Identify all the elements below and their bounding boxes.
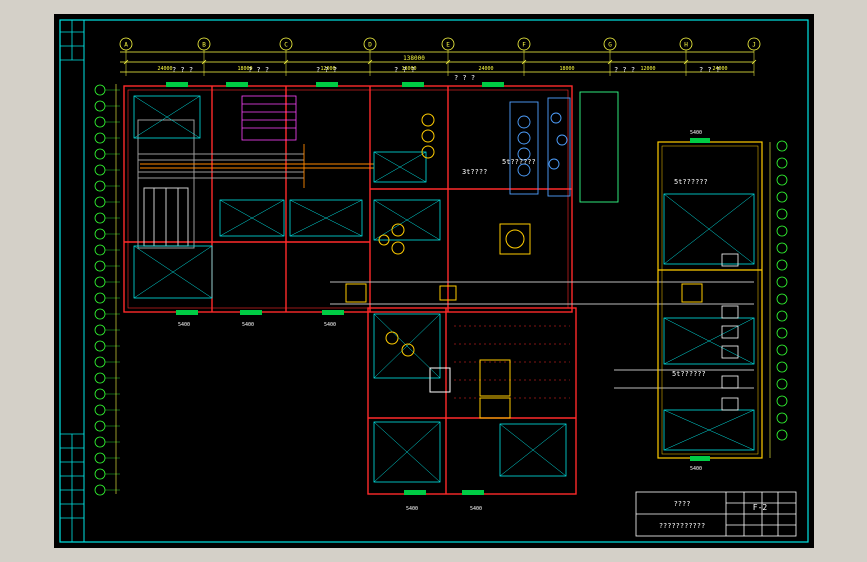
- pump-unit: [499, 223, 531, 255]
- row-grid-bubbles: [94, 84, 120, 496]
- side-room-label: 5t??????: [674, 178, 708, 186]
- room-label-1: ? ? ?: [172, 66, 193, 74]
- room-label-4: ? ? ?: [394, 66, 415, 74]
- right-row-bubble: [776, 412, 788, 424]
- column-bubble: D: [363, 37, 377, 76]
- right-grid-bubbles: [769, 140, 788, 458]
- top-room-labels: ? ? ? ? ? ? ? ? ? ? ? ? ? ? ? ? ? ? ? ? …: [172, 66, 720, 82]
- equipment-bay: [373, 199, 441, 241]
- room-text-a: 5t??????: [502, 158, 536, 166]
- right-row-bubble: [776, 157, 788, 169]
- column-bubble: B: [197, 37, 211, 76]
- cad-viewport[interactable]: 24000 18000 12000 18000 24000 18000 12000 24000…: [0, 0, 867, 562]
- equipment-bay: [663, 409, 755, 451]
- right-row-bubble: [776, 225, 788, 237]
- svg-text:F: F: [522, 42, 526, 49]
- room-label-6: ? ? ?: [699, 66, 720, 74]
- column-bubble: A: [119, 37, 133, 76]
- outer-frame: [59, 19, 809, 543]
- svg-text:5400: 5400: [324, 322, 336, 328]
- right-row-bubble: [776, 361, 788, 373]
- project-name: ????: [674, 500, 691, 508]
- floor-plan-drawing: 24000 18000 12000 18000 24000 18000 12000 24000…: [59, 19, 809, 543]
- column-bubble: J: [747, 37, 761, 76]
- crane-rails: [137, 119, 304, 249]
- right-row-bubble: [776, 429, 788, 441]
- dimension-label: 24000: [478, 66, 493, 72]
- right-row-bubble: [776, 293, 788, 305]
- room-label-3: ? ? ?: [316, 66, 337, 74]
- equipment-bay: [289, 199, 363, 237]
- yellow-equipment: [378, 113, 435, 357]
- column-bubble: C: [279, 37, 293, 76]
- drawing-title: ???????????: [659, 522, 705, 530]
- equipment-bay: [133, 245, 213, 299]
- pipe-runs: [140, 144, 374, 188]
- right-row-bubble: [776, 140, 788, 152]
- svg-text:G: G: [608, 42, 612, 49]
- equipment-bay: [133, 95, 201, 139]
- column-bubble: F: [517, 37, 531, 76]
- window-markers-top: [166, 82, 504, 315]
- bottom-dimension-labels: 5400 5400 5400 5400 5400: [178, 322, 482, 512]
- dimension-label: 24000: [157, 66, 172, 72]
- column-bubble: H: [679, 37, 693, 76]
- binding-strip-cells: [60, 20, 84, 542]
- svg-text:5400: 5400: [178, 322, 190, 328]
- annex-dashed-grid: [454, 325, 570, 399]
- right-row-bubble: [776, 395, 788, 407]
- right-row-bubble: [776, 259, 788, 271]
- svg-text:5400: 5400: [406, 506, 418, 512]
- equipment-bay: [663, 193, 755, 265]
- svg-text:5400: 5400: [690, 466, 702, 472]
- svg-text:C: C: [284, 42, 288, 49]
- equipment-bay: [373, 421, 441, 483]
- svg-text:J: J: [752, 42, 756, 49]
- dimension-labels: 24000 18000 12000 18000 24000 18000 12000 24000: [157, 66, 727, 72]
- right-row-bubble: [776, 191, 788, 203]
- svg-text:H: H: [684, 42, 688, 49]
- equipment-bay: [219, 199, 285, 237]
- column-bubble: E: [441, 37, 455, 76]
- svg-text:E: E: [446, 42, 450, 49]
- dimension-total: 138000: [403, 55, 425, 62]
- transfer-car: [429, 359, 511, 419]
- right-row-bubble: [776, 327, 788, 339]
- svg-text:B: B: [202, 42, 206, 49]
- equipment-bay: [663, 317, 755, 365]
- top-dimension-chain: [120, 51, 754, 73]
- east-machines: [721, 253, 739, 411]
- south-annex-walls: [367, 307, 577, 495]
- room-text-b: 5t??????: [672, 370, 706, 378]
- room-label-2: ? ? ?: [248, 66, 269, 74]
- svg-text:A: A: [124, 42, 128, 49]
- room-text-c: 3t????: [462, 168, 487, 176]
- center-label: ? ? ?: [454, 74, 475, 82]
- svg-text:D: D: [368, 42, 372, 49]
- right-row-bubble: [776, 174, 788, 186]
- drawing-number: F-2: [753, 503, 768, 512]
- svg-text:5400: 5400: [470, 506, 482, 512]
- dimension-label: 12000: [640, 66, 655, 72]
- east-building-walls: [657, 141, 763, 459]
- east-window-markers: [690, 138, 710, 461]
- process-equipment: [509, 91, 619, 203]
- equipment-bay: [373, 151, 427, 183]
- column-grid-bubbles: ABCDEFGHJ: [119, 37, 761, 76]
- svg-text:5400: 5400: [242, 322, 254, 328]
- equipment-bay: [499, 423, 567, 477]
- room-label-5: ? ? ?: [614, 66, 635, 74]
- right-row-bubble: [776, 208, 788, 220]
- right-row-bubble: [776, 242, 788, 254]
- right-row-bubble: [776, 310, 788, 322]
- drawing-sheet: 24000 18000 12000 18000 24000 18000 12000 24000…: [54, 14, 814, 548]
- stair-block: [241, 95, 297, 141]
- right-row-bubble: [776, 276, 788, 288]
- right-row-bubble: [776, 344, 788, 356]
- dimension-label: 18000: [559, 66, 574, 72]
- svg-text:5400: 5400: [690, 130, 702, 136]
- right-row-bubble: [776, 378, 788, 390]
